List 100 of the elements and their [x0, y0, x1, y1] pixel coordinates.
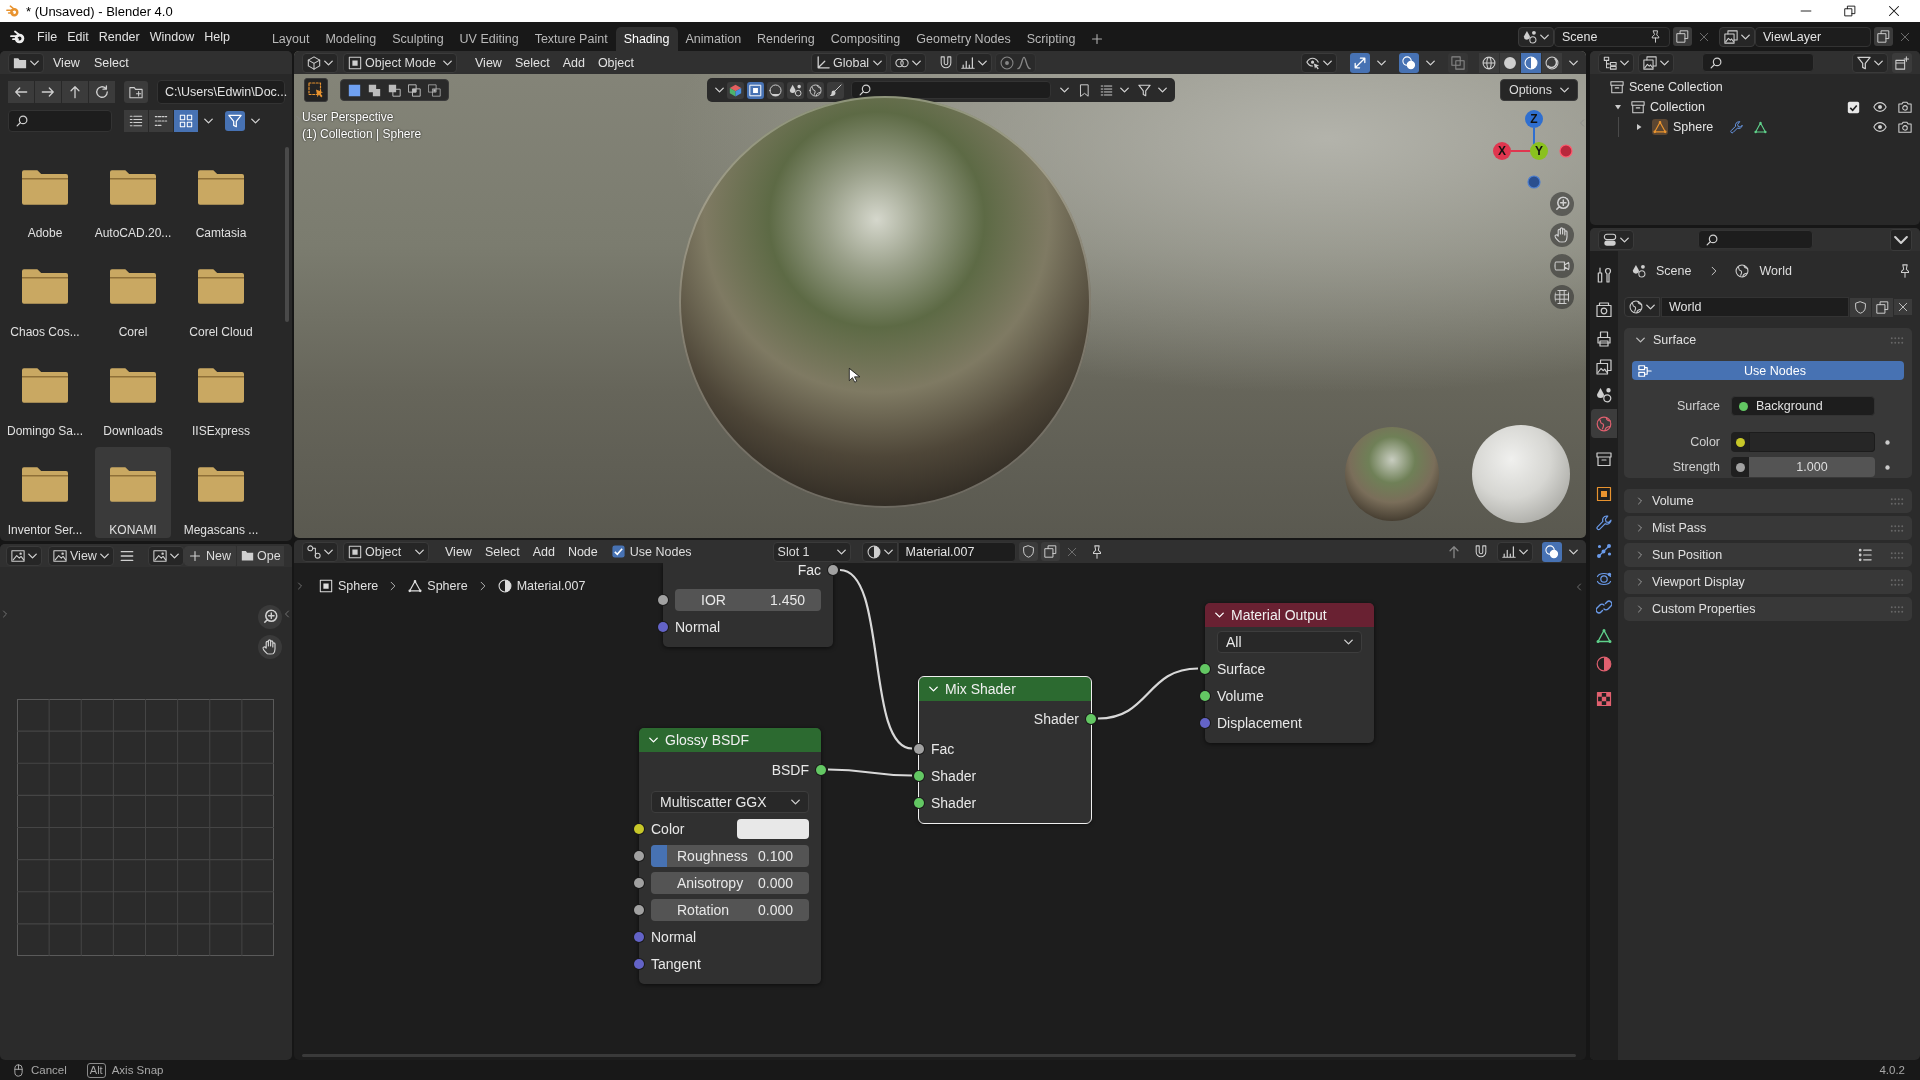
- slot-dropdown[interactable]: Slot 1: [772, 541, 851, 562]
- color-swatch[interactable]: [737, 818, 809, 839]
- menu-item[interactable]: Select: [88, 53, 134, 72]
- sidebar-toggle-icon[interactable]: [1578, 119, 1586, 127]
- breadcrumb-item[interactable]: Scene: [1656, 264, 1692, 278]
- outliner-item[interactable]: Collection: [1650, 100, 1705, 114]
- zoom-icon[interactable]: [1550, 192, 1574, 216]
- new-folder-icon[interactable]: [124, 81, 148, 103]
- sidebar-toggle-icon[interactable]: [283, 610, 291, 618]
- menu-item[interactable]: Select: [509, 53, 555, 72]
- folder-item[interactable]: Inventor Ser...: [7, 447, 83, 538]
- overlapping-circles-icon[interactable]: [1542, 541, 1562, 562]
- copy-icon[interactable]: [1040, 542, 1060, 561]
- close-icon[interactable]: [1888, 5, 1900, 17]
- arrow-up-icon[interactable]: [62, 81, 88, 103]
- number-field[interactable]: 1.000: [1749, 457, 1875, 477]
- socket-icon[interactable]: [1200, 663, 1210, 674]
- checkbox-icon[interactable]: [611, 545, 625, 558]
- view-layer-name-field[interactable]: ViewLayer: [1755, 26, 1871, 47]
- scene-browse-button[interactable]: [1518, 26, 1554, 47]
- menu-item[interactable]: Select: [479, 542, 525, 561]
- pin-icon[interactable]: [1898, 264, 1912, 278]
- view-layer-browse-button[interactable]: [1719, 26, 1755, 47]
- menu-item[interactable]: File: [32, 27, 63, 46]
- magnet-icon[interactable]: [1474, 544, 1488, 559]
- collapse-caret-icon[interactable]: [1215, 612, 1224, 618]
- grid-icon[interactable]: [1550, 285, 1574, 309]
- shield-icon[interactable]: [1850, 297, 1871, 317]
- object-type-dropdown[interactable]: Object: [343, 541, 429, 562]
- workspace-tab[interactable]: Compositing: [822, 27, 909, 51]
- expand-arrow-icon[interactable]: [1614, 103, 1622, 111]
- arrow-left-icon[interactable]: [8, 81, 34, 103]
- pin-icon[interactable]: [1649, 30, 1662, 43]
- folder-item[interactable]: Camtasia: [183, 150, 259, 241]
- workspace-tab[interactable]: UV Editing: [451, 27, 527, 51]
- panel-header[interactable]: Sun Position: [1624, 543, 1912, 567]
- node-link[interactable]: [828, 768, 912, 777]
- open-image-button[interactable]: Ope: [237, 545, 284, 566]
- world-browse-button[interactable]: [1624, 297, 1660, 317]
- number-field[interactable]: Rotation 0.000: [651, 898, 809, 921]
- editor-type-button[interactable]: [302, 52, 338, 73]
- axis-button[interactable]: Y: [1530, 142, 1548, 160]
- grip-icon[interactable]: [1890, 551, 1904, 559]
- collapse-caret-icon[interactable]: [649, 737, 658, 743]
- search-field[interactable]: [1702, 53, 1814, 72]
- copy-icon[interactable]: [1874, 27, 1893, 46]
- color-cube-icon[interactable]: [727, 81, 744, 99]
- outliner-item[interactable]: Sphere: [1673, 120, 1714, 134]
- folder-item[interactable]: Corel: [95, 249, 171, 340]
- folder-item[interactable]: Corel Cloud: [183, 249, 259, 340]
- selectability-dropdown[interactable]: [1301, 52, 1337, 73]
- world-name-field[interactable]: World: [1661, 297, 1849, 317]
- shield-icon[interactable]: [1018, 542, 1038, 561]
- mesh-data-icon[interactable]: [1754, 120, 1768, 134]
- grip-icon[interactable]: [1890, 578, 1904, 586]
- view-dropdown[interactable]: View: [48, 545, 114, 566]
- socket-icon[interactable]: [634, 877, 644, 888]
- eye-icon[interactable]: [1873, 100, 1887, 114]
- socket-icon[interactable]: [634, 904, 644, 915]
- workspace-tab[interactable]: Animation: [677, 27, 750, 51]
- workspace-tab[interactable]: Shading: [615, 27, 678, 51]
- panel-header[interactable]: Mist Pass: [1624, 516, 1912, 540]
- menu-item[interactable]: View: [48, 53, 85, 72]
- workspace-tab[interactable]: Geometry Nodes: [908, 27, 1019, 51]
- overlapping-squares-icon[interactable]: [428, 83, 441, 97]
- socket-icon[interactable]: [1086, 713, 1096, 724]
- dropdown[interactable]: All: [1217, 631, 1362, 653]
- search-field[interactable]: [1698, 230, 1813, 249]
- folder-item[interactable]: AutoCAD.20...: [95, 150, 171, 241]
- sidebar-toggle-icon[interactable]: [1, 610, 9, 618]
- blender-logo-icon[interactable]: [10, 28, 26, 45]
- search-field[interactable]: [851, 81, 1051, 99]
- socket-icon[interactable]: [914, 743, 924, 754]
- shapes-icon[interactable]: [787, 81, 804, 99]
- menu-item[interactable]: Window: [144, 27, 200, 46]
- dropdown[interactable]: Multiscatter GGX: [651, 791, 809, 813]
- panel-header[interactable]: Viewport Display: [1624, 570, 1912, 594]
- arrow-right-icon[interactable]: [35, 81, 61, 103]
- folder-item[interactable]: Chaos Cos...: [7, 249, 83, 340]
- hand-icon[interactable]: [1550, 223, 1574, 247]
- chevron-icon[interactable]: [1636, 337, 1645, 343]
- camera-icon[interactable]: [1898, 100, 1912, 114]
- zoom-icon[interactable]: [258, 605, 282, 629]
- add-box-icon[interactable]: [1892, 52, 1912, 73]
- scrollbar[interactable]: [285, 147, 289, 322]
- columns-icon[interactable]: [149, 110, 173, 132]
- axis-button[interactable]: X: [1493, 142, 1511, 160]
- collapse-caret-icon[interactable]: [929, 686, 938, 692]
- workspace-tab[interactable]: Rendering: [749, 27, 823, 51]
- panel-header[interactable]: Volume: [1624, 489, 1912, 513]
- menu-item[interactable]: Edit: [62, 27, 94, 46]
- scene-name-field[interactable]: Scene: [1554, 26, 1670, 47]
- new-image-button[interactable]: New: [184, 545, 236, 566]
- slider-field[interactable]: Roughness 0.100: [651, 844, 809, 867]
- outliner-item[interactable]: Scene Collection: [1629, 80, 1723, 94]
- node-header[interactable]: Glossy BSDF: [639, 728, 821, 752]
- checkbox-icon[interactable]: [1847, 100, 1860, 114]
- grip-icon[interactable]: [1890, 524, 1904, 532]
- proportional-edit-group[interactable]: [995, 52, 1036, 73]
- socket-icon[interactable]: [658, 594, 668, 605]
